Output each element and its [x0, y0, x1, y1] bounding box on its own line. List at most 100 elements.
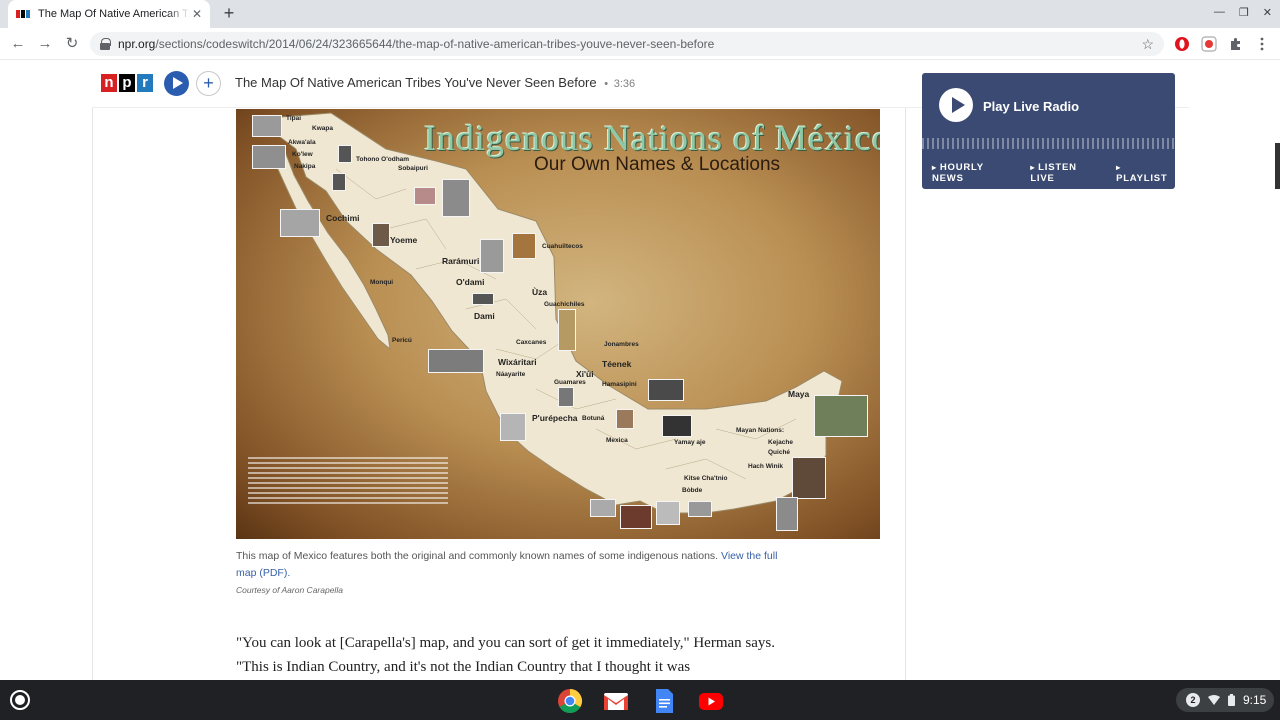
map-photo: [512, 233, 536, 259]
listen-live-link[interactable]: LISTEN LIVE: [1030, 162, 1104, 184]
map-label: Cuahuiltecos: [542, 243, 583, 250]
chrome-app-icon[interactable]: [557, 688, 583, 714]
play-live-radio-label[interactable]: Play Live Radio: [983, 99, 1079, 114]
back-arrow-icon[interactable]: ←: [8, 34, 28, 54]
map-label: Botuná: [582, 415, 605, 422]
reload-icon[interactable]: ↻: [62, 34, 82, 54]
map-label: Tohono O'odham: [356, 156, 410, 163]
url-domain: npr.org: [118, 37, 156, 51]
map-label: Rarámuri: [442, 256, 480, 266]
minimize-icon[interactable]: —: [1214, 6, 1225, 19]
map-photo: [338, 145, 352, 163]
chromeos-shelf: 2 9:15: [0, 680, 1280, 720]
google-docs-app-icon[interactable]: [651, 688, 677, 714]
opera-extension-icon[interactable]: [1174, 36, 1190, 52]
map-label: Akwa'ala: [288, 139, 316, 146]
map-photo: [442, 179, 470, 217]
play-live-radio-button[interactable]: [939, 88, 973, 122]
story-title: The Map Of Native American Tribes You've…: [235, 75, 635, 90]
forward-arrow-icon[interactable]: →: [35, 34, 55, 54]
npr-logo-letter: r: [137, 74, 153, 92]
map-label: Hamasipini: [602, 381, 637, 388]
browser-menu-icon[interactable]: [1254, 36, 1270, 52]
wifi-icon: [1208, 695, 1220, 705]
live-radio-widget: Play Live Radio HOURLY NEWS LISTEN LIVE …: [922, 73, 1175, 189]
browser-tab-active[interactable]: The Map Of Native American Tribes You've…: [8, 0, 210, 28]
map-label: Kwapa: [312, 125, 333, 132]
map-label: Yoeme: [390, 235, 418, 245]
npr-logo[interactable]: n p r: [101, 74, 153, 92]
map-photo: [792, 457, 826, 499]
map-label: Kitse Cha'tnio: [684, 475, 728, 482]
map-label: Bòbde: [682, 487, 703, 494]
gmail-app-icon[interactable]: [603, 688, 629, 714]
browser-tabstrip: The Map Of Native American Tribes You've…: [0, 0, 1280, 28]
map-photo: [372, 223, 390, 247]
map-label: Ko'lew: [292, 151, 313, 158]
npr-logo-letter: p: [119, 74, 135, 92]
map-label: Maya: [788, 389, 810, 399]
content-divider-left: [92, 60, 93, 680]
map-photo: [814, 395, 868, 437]
content-divider-right: [905, 108, 906, 680]
map-photo: [252, 115, 282, 137]
map-photo: [688, 501, 712, 517]
map-photo: [332, 173, 346, 191]
tab-title: The Map Of Native American Tribes You've…: [38, 8, 190, 20]
map-photo: [252, 145, 286, 169]
map-label: O'dami: [456, 277, 485, 287]
notification-count-badge: 2: [1186, 693, 1200, 707]
map-label: Náayarite: [496, 371, 526, 378]
map-label: Pericú: [392, 337, 412, 344]
npr-logo-letter: n: [101, 74, 117, 92]
hourly-news-link[interactable]: HOURLY NEWS: [932, 162, 1018, 184]
map-label: Ùza: [532, 287, 548, 297]
browser-toolbar: ← → ↻ npr.org/sections/codeswitch/2014/0…: [0, 28, 1280, 60]
map-photo: [558, 309, 576, 351]
map-photo: [472, 293, 494, 305]
map-label: Caxcanes: [516, 339, 547, 346]
bookmark-star-icon[interactable]: ☆: [1141, 36, 1154, 53]
maximize-icon[interactable]: ❐: [1239, 6, 1249, 19]
map-label: Dami: [474, 311, 495, 321]
playlist-link[interactable]: PLAYLIST: [1116, 162, 1175, 184]
map-photo: [480, 239, 504, 273]
map-label: Cochimi: [326, 213, 360, 223]
map-label: Téenek: [602, 359, 632, 369]
map-photo: [620, 505, 652, 529]
map-label: Quiché: [768, 449, 791, 456]
screen-recorder-extension-icon[interactable]: [1201, 36, 1217, 52]
map-label: Wixáritari: [498, 357, 537, 367]
map-label: Yamay aje: [674, 439, 706, 446]
map-photo: [590, 499, 616, 517]
address-bar[interactable]: npr.org/sections/codeswitch/2014/06/24/3…: [90, 32, 1164, 56]
map-photo: [656, 501, 680, 525]
npr-favicon-icon: [16, 10, 30, 18]
map-label: Xi'ùi: [576, 369, 594, 379]
url-path: /sections/codeswitch/2014/06/24/32366564…: [155, 37, 715, 51]
play-story-button[interactable]: [164, 71, 189, 96]
map-label: Jonambres: [604, 341, 639, 348]
map-subtitle: Our Own Names & Locations: [534, 154, 781, 175]
add-to-playlist-button[interactable]: +: [196, 71, 221, 96]
status-tray[interactable]: 2 9:15: [1176, 688, 1274, 712]
indigenous-nations-map-image[interactable]: Indigenous Nations of México Our Own Nam…: [236, 109, 880, 539]
tab-close-icon[interactable]: ✕: [192, 7, 202, 21]
clock-time: 9:15: [1243, 693, 1267, 707]
radio-waveform: [922, 133, 1175, 149]
new-tab-button[interactable]: +: [220, 4, 238, 22]
map-photo: [500, 413, 526, 441]
youtube-app-icon[interactable]: [698, 688, 724, 714]
caption-text: This map of Mexico features both the ori…: [236, 550, 719, 562]
extensions-puzzle-icon[interactable]: [1228, 36, 1244, 52]
map-label: Mayan Nations:: [736, 427, 785, 434]
map-photo: [662, 415, 692, 437]
close-window-icon[interactable]: ✕: [1263, 6, 1272, 19]
story-title-text: The Map Of Native American Tribes You've…: [235, 75, 597, 90]
map-label: Sobaipuri: [398, 165, 428, 172]
article-paragraph: "You can look at [Carapella's] map, and …: [236, 635, 775, 675]
web-page: n p r + The Map Of Native American Tribe…: [0, 60, 1280, 680]
launcher-button[interactable]: [10, 690, 30, 710]
map-photo: [414, 187, 436, 205]
map-caption: This map of Mexico features both the ori…: [236, 548, 796, 582]
